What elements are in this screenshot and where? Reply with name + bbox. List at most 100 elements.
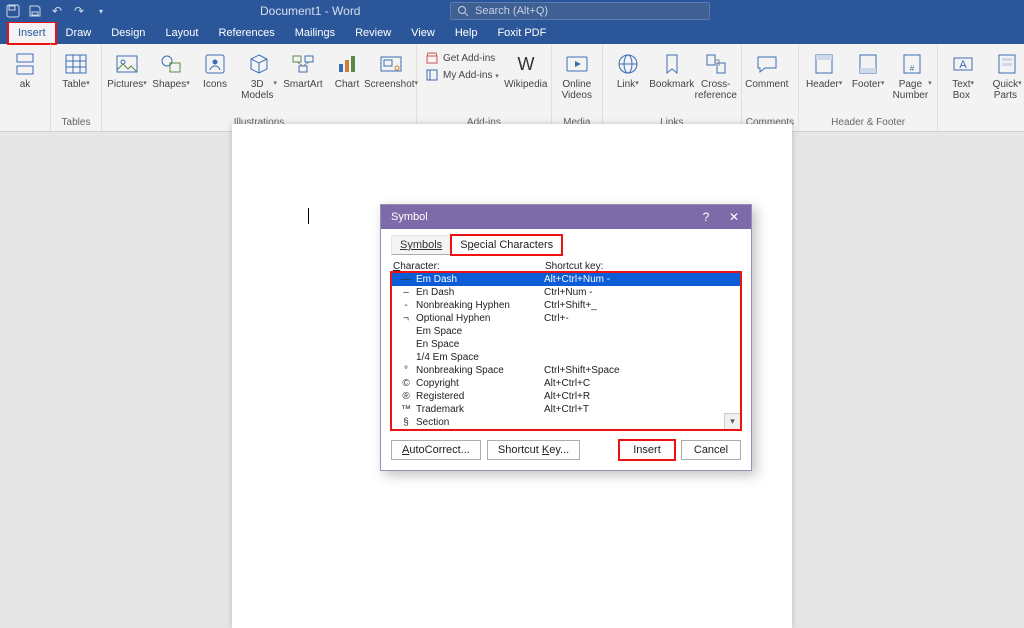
char-shortcut: Ctrl+Shift+_: [544, 299, 736, 312]
search-input[interactable]: Search (Alt+Q): [450, 2, 710, 20]
save-icon[interactable]: [26, 2, 44, 20]
ribbon-group-misc: ak: [0, 44, 51, 131]
redo-icon[interactable]: ↷: [70, 2, 88, 20]
store-icon: [425, 51, 439, 65]
char-name: Paragraph: [416, 429, 544, 430]
insert-button[interactable]: Insert: [619, 440, 675, 460]
smartart-icon: [289, 50, 317, 78]
link-button[interactable]: Link▾: [607, 50, 649, 102]
group-label: [4, 126, 46, 131]
list-item[interactable]: Em Space: [392, 325, 740, 338]
group-label: Header & Footer: [803, 115, 933, 131]
undo-icon[interactable]: ↶: [48, 2, 66, 20]
text-cursor: [308, 208, 309, 224]
tab-mailings[interactable]: Mailings: [285, 22, 345, 44]
char-shortcut: Alt+Ctrl+Num -: [544, 273, 736, 286]
list-item[interactable]: -Nonbreaking HyphenCtrl+Shift+_: [392, 299, 740, 312]
tab-special-characters[interactable]: Special Characters: [451, 235, 562, 255]
document-title: Document1 - Word: [260, 4, 360, 18]
tab-help[interactable]: Help: [445, 22, 488, 44]
textbox-button[interactable]: ATextBox▾: [942, 50, 984, 102]
tab-insert[interactable]: Insert: [8, 22, 56, 44]
autocorrect-button[interactable]: AutoCorrect...: [391, 440, 481, 460]
wikipedia-button[interactable]: WWikipedia: [505, 50, 547, 102]
char-shortcut: Alt+Ctrl+T: [544, 403, 736, 416]
list-item[interactable]: ®RegisteredAlt+Ctrl+R: [392, 390, 740, 403]
wikipedia-icon: W: [512, 50, 540, 78]
list-item[interactable]: —Em DashAlt+Ctrl+Num -: [392, 273, 740, 286]
addins-button[interactable]: My Add-ins ▾: [421, 67, 503, 83]
ribbon-group-media: OnlineVideosMedia: [552, 44, 603, 131]
footer-button[interactable]: Footer▾: [847, 50, 889, 102]
shapes-label: Shapes▾: [152, 80, 189, 102]
tab-file-stub[interactable]: [0, 22, 8, 44]
close-button[interactable]: ✕: [721, 207, 747, 227]
store-button[interactable]: Get Add-ins: [421, 50, 503, 66]
chart-icon: [333, 50, 361, 78]
shapes-button[interactable]: Shapes▾: [150, 50, 192, 102]
tab-review[interactable]: Review: [345, 22, 401, 44]
autosave-icon[interactable]: [4, 2, 22, 20]
char-symbol: [396, 325, 416, 338]
dialog-buttons: AutoCorrect... Shortcut Key... Insert Ca…: [391, 440, 741, 460]
smartart-button[interactable]: SmartArt: [282, 50, 324, 102]
char-shortcut: [544, 351, 736, 364]
list-item[interactable]: ¶Paragraph: [392, 429, 740, 430]
table-icon: [62, 50, 90, 78]
tab-layout[interactable]: Layout: [155, 22, 208, 44]
table-label: Table▾: [62, 80, 89, 102]
qat-dropdown-icon[interactable]: ▾: [92, 2, 110, 20]
comment-button[interactable]: Comment: [746, 50, 788, 102]
help-button[interactable]: ?: [693, 207, 719, 227]
dialog-titlebar[interactable]: Symbol ? ✕: [381, 205, 751, 229]
char-shortcut: [544, 429, 736, 430]
pictures-button[interactable]: Pictures▾: [106, 50, 148, 102]
ribbon-group-illustrations: Pictures▾Shapes▾Icons3DModels▾SmartArtCh…: [102, 44, 417, 131]
cancel-button[interactable]: Cancel: [681, 440, 741, 460]
ribbon-insert: akTable▾TablesPictures▾Shapes▾Icons3DMod…: [0, 44, 1024, 132]
tab-draw[interactable]: Draw: [56, 22, 102, 44]
list-item[interactable]: ©CopyrightAlt+Ctrl+C: [392, 377, 740, 390]
addins-label: My Add-ins ▾: [443, 70, 499, 81]
list-item[interactable]: ¬Optional HyphenCtrl+-: [392, 312, 740, 325]
header-button[interactable]: Header▾: [803, 50, 845, 102]
tab-symbols[interactable]: Symbols: [391, 235, 451, 255]
char-symbol: ©: [396, 377, 416, 390]
tab-references[interactable]: References: [208, 22, 284, 44]
video-button[interactable]: OnlineVideos: [556, 50, 598, 102]
list-item[interactable]: ™TrademarkAlt+Ctrl+T: [392, 403, 740, 416]
list-item[interactable]: –En DashCtrl+Num -: [392, 286, 740, 299]
tab-view[interactable]: View: [401, 22, 445, 44]
list-item[interactable]: 1/4 Em Space: [392, 351, 740, 364]
char-symbol: [396, 351, 416, 364]
icons-button[interactable]: Icons: [194, 50, 236, 102]
chart-button[interactable]: Chart: [326, 50, 368, 102]
char-symbol: °: [396, 364, 416, 377]
list-item[interactable]: °Nonbreaking SpaceCtrl+Shift+Space: [392, 364, 740, 377]
char-shortcut: [544, 338, 736, 351]
table-button[interactable]: Table▾: [55, 50, 97, 102]
quickparts-button[interactable]: QuickParts▾: [986, 50, 1024, 102]
quick-access-toolbar: ↶ ↷ ▾: [0, 2, 110, 20]
char-shortcut: [544, 325, 736, 338]
char-symbol: –: [396, 286, 416, 299]
list-item[interactable]: En Space: [392, 338, 740, 351]
character-listbox[interactable]: —Em DashAlt+Ctrl+Num -–En DashCtrl+Num -…: [391, 272, 741, 430]
footer-label: Footer▾: [852, 80, 884, 102]
shortcut-key-button[interactable]: Shortcut Key...: [487, 440, 580, 460]
list-item[interactable]: §Section: [392, 416, 740, 429]
pagenum-button[interactable]: #PageNumber▾: [891, 50, 933, 102]
page-break-button[interactable]: ak: [4, 50, 46, 102]
3dmodels-button[interactable]: 3DModels▾: [238, 50, 280, 102]
crossref-button[interactable]: Cross-reference: [695, 50, 737, 102]
bookmark-button[interactable]: Bookmark: [651, 50, 693, 102]
tab-foxitpdf[interactable]: Foxit PDF: [487, 22, 556, 44]
ribbon-tabs: Insert Draw Design Layout References Mai…: [0, 22, 1024, 44]
tab-design[interactable]: Design: [101, 22, 155, 44]
dialog-title: Symbol: [391, 211, 428, 223]
bookmark-icon: [658, 50, 686, 78]
char-name: Em Space: [416, 325, 544, 338]
screenshot-button[interactable]: Screenshot▾: [370, 50, 412, 102]
scroll-down-icon[interactable]: ▾: [724, 413, 740, 429]
char-name: 1/4 Em Space: [416, 351, 544, 364]
